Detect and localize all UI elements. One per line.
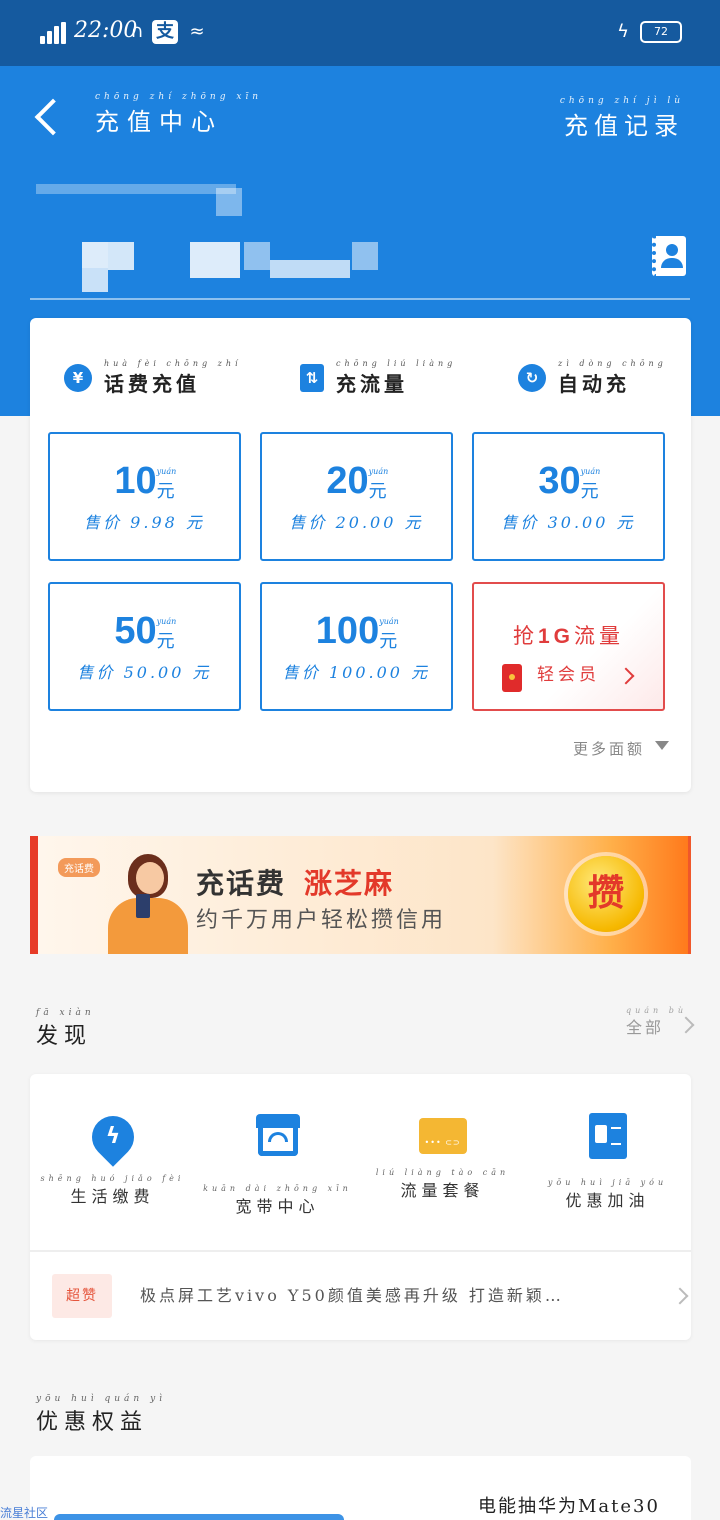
data-card-icon [418, 1118, 467, 1154]
auto-refresh-icon: ↻ [518, 364, 546, 392]
tab-pinyin: chōng liú liàng [336, 359, 457, 368]
discover-card: ϟ shēng huó jiǎo fèi 生活缴费 kuān dài zhōng … [30, 1074, 691, 1340]
page-title: chōng zhí zhōng xīn 充值中心 [95, 92, 262, 137]
phone-underline [30, 298, 690, 300]
amount-value: 100 yuán 元 [315, 610, 399, 652]
banner-tag: 充话费 [58, 858, 100, 877]
tab-pinyin: huà fèi chōng zhí [104, 359, 242, 368]
service-fuel-discount[interactable]: yōu huì jiā yóu 优惠加油 [525, 1110, 690, 1211]
service-label: liú liàng tào cān 流量套餐 [375, 1168, 510, 1200]
alipay-icon: 支 [152, 20, 178, 44]
tab-text: 话费充值 [104, 372, 200, 396]
lightning-drop-icon: ϟ [82, 1107, 143, 1167]
amount-option-50[interactable]: 50 yuán 元 售价 50.00 元 [48, 582, 241, 711]
woman-with-phone-illustration [98, 848, 198, 954]
red-packet-icon [502, 664, 522, 692]
amount-price: 售价 30.00 元 [501, 513, 636, 532]
amount-option-20[interactable]: 20 yuán 元 售价 20.00 元 [260, 432, 453, 561]
benefits-title: yōu huì quán yì 优惠权益 [36, 1394, 166, 1436]
headset-icon: ∩ [130, 21, 144, 42]
amount-value: 30 yuán 元 [538, 460, 601, 502]
redaction-block [216, 188, 242, 216]
phone-hint-blurred [36, 184, 236, 197]
watermark: 流星社区 [0, 1506, 49, 1520]
more-amounts-link[interactable]: 更多面额 [573, 738, 669, 759]
charging-icon: ϟ [617, 21, 629, 42]
benefits-title-text: 优惠权益 [36, 1410, 149, 1435]
fuel-pump-icon [588, 1113, 627, 1159]
benefits-title-pinyin: yōu huì quán yì [36, 1394, 167, 1404]
amount-option-100[interactable]: 100 yuán 元 售价 100.00 元 [260, 582, 453, 711]
chevron-right-icon [671, 1287, 689, 1305]
benefit-item-text[interactable]: 电能抽华为Mate30 [478, 1492, 660, 1518]
all-text: 全部 [625, 1018, 664, 1037]
caret-down-icon [655, 741, 669, 750]
yen-search-icon: ¥ [64, 364, 92, 392]
promo-title: 抢1G流量 [512, 624, 624, 648]
page-title-pinyin: chōng zhí zhōng xīn [95, 92, 263, 102]
amount-price: 售价 20.00 元 [289, 513, 424, 532]
benefits-card: 电能抽华为Mate30 [30, 1456, 691, 1520]
tab-phone-bill[interactable]: ¥ huà fèi chōng zhí 话费充值 [64, 348, 242, 408]
data-transfer-icon: ⇅ [300, 364, 324, 392]
service-data-plans[interactable]: liú liàng tào cān流量套餐 [360, 1110, 525, 1201]
amount-option-30[interactable]: 30 yuán 元 售价 30.00 元 [472, 432, 665, 561]
store-wifi-icon [252, 1110, 304, 1162]
recharge-card: ¥ huà fèi chōng zhí 话费充值 ⇅ chōng liú lià… [30, 318, 691, 792]
discover-title-text: 发现 [36, 1024, 93, 1049]
chevron-right-icon [677, 1016, 695, 1034]
amount-value: 20 yuán 元 [326, 460, 389, 502]
notification-icon: ≈ [189, 21, 205, 42]
recharge-tabs: ¥ huà fèi chōng zhí 话费充值 ⇅ chōng liú lià… [30, 348, 691, 408]
service-label: kuān dài zhōng xīn 宽带中心 [203, 1184, 352, 1216]
recharge-records-link[interactable]: chōng zhí jì lù 充值记录 [560, 96, 684, 141]
promo-data-option[interactable]: 抢1G流量 轻会员 [472, 582, 665, 711]
tab-label: huà fèi chōng zhí 话费充值 [104, 359, 242, 397]
discover-all-link[interactable]: quán bù 全部 [625, 1006, 695, 1038]
recharge-records-text: 充值记录 [564, 112, 684, 140]
news-item[interactable]: 超赞 极点屏工艺vivo Y50颜值美感再升级 打造新颖… [30, 1252, 691, 1340]
status-bar: 22:00 ∩ 支 ≈ ϟ 72 [0, 0, 720, 66]
page-title-text: 充值中心 [95, 108, 223, 136]
tab-text: 自动充 [558, 372, 630, 396]
tab-data[interactable]: ⇅ chōng liú liàng 充流量 [300, 348, 456, 408]
back-icon[interactable] [30, 98, 66, 134]
signal-icon [40, 20, 66, 44]
service-broadband[interactable]: kuān dài zhōng xīn 宽带中心 [195, 1110, 360, 1217]
service-label: shēng huó jiǎo fèi 生活缴费 [40, 1174, 185, 1206]
banner-subline: 约千万用户轻松攒信用 [196, 908, 447, 933]
coin-icon: 攒 [568, 856, 644, 932]
amount-price: 售价 9.98 元 [84, 513, 205, 532]
amount-option-10[interactable]: 10 yuán 元 售价 9.98 元 [48, 432, 241, 561]
battery-icon: 72 [640, 21, 682, 43]
amount-price: 售价 100.00 元 [282, 663, 431, 682]
amount-price: 售价 50.00 元 [77, 663, 212, 682]
recharge-records-pinyin: chōng zhí jì lù [559, 96, 684, 106]
news-tag: 超赞 [52, 1274, 112, 1318]
service-label: yōu huì jiā yóu 优惠加油 [547, 1178, 668, 1210]
amount-value: 50 yuán 元 [114, 610, 177, 652]
tab-label: zì dòng chōng 自动充 [558, 359, 667, 397]
promo-banner[interactable]: 充话费 充话费 涨芝麻 约千万用户轻松攒信用 攒 [30, 836, 691, 954]
service-utility-bills[interactable]: ϟ shēng huó jiǎo fèi 生活缴费 [30, 1107, 195, 1207]
amount-value: 10 yuán 元 [114, 460, 177, 502]
tab-label: chōng liú liàng 充流量 [336, 359, 456, 397]
discover-title: fā xiàn 发现 [36, 1008, 95, 1050]
news-text: 极点屏工艺vivo Y50颜值美感再升级 打造新颖… [140, 1286, 564, 1305]
tab-auto-recharge[interactable]: ↻ zì dòng chōng 自动充 [518, 348, 667, 408]
all-pinyin: quán bù [625, 1006, 687, 1015]
banner-headline: 充话费 涨芝麻 [196, 867, 395, 900]
tab-pinyin: zì dòng chōng [558, 359, 667, 368]
contacts-icon[interactable] [652, 236, 686, 276]
benefit-banner-image[interactable] [54, 1514, 344, 1520]
tab-text: 充流量 [336, 372, 408, 396]
discover-title-pinyin: fā xiàn [36, 1008, 95, 1018]
